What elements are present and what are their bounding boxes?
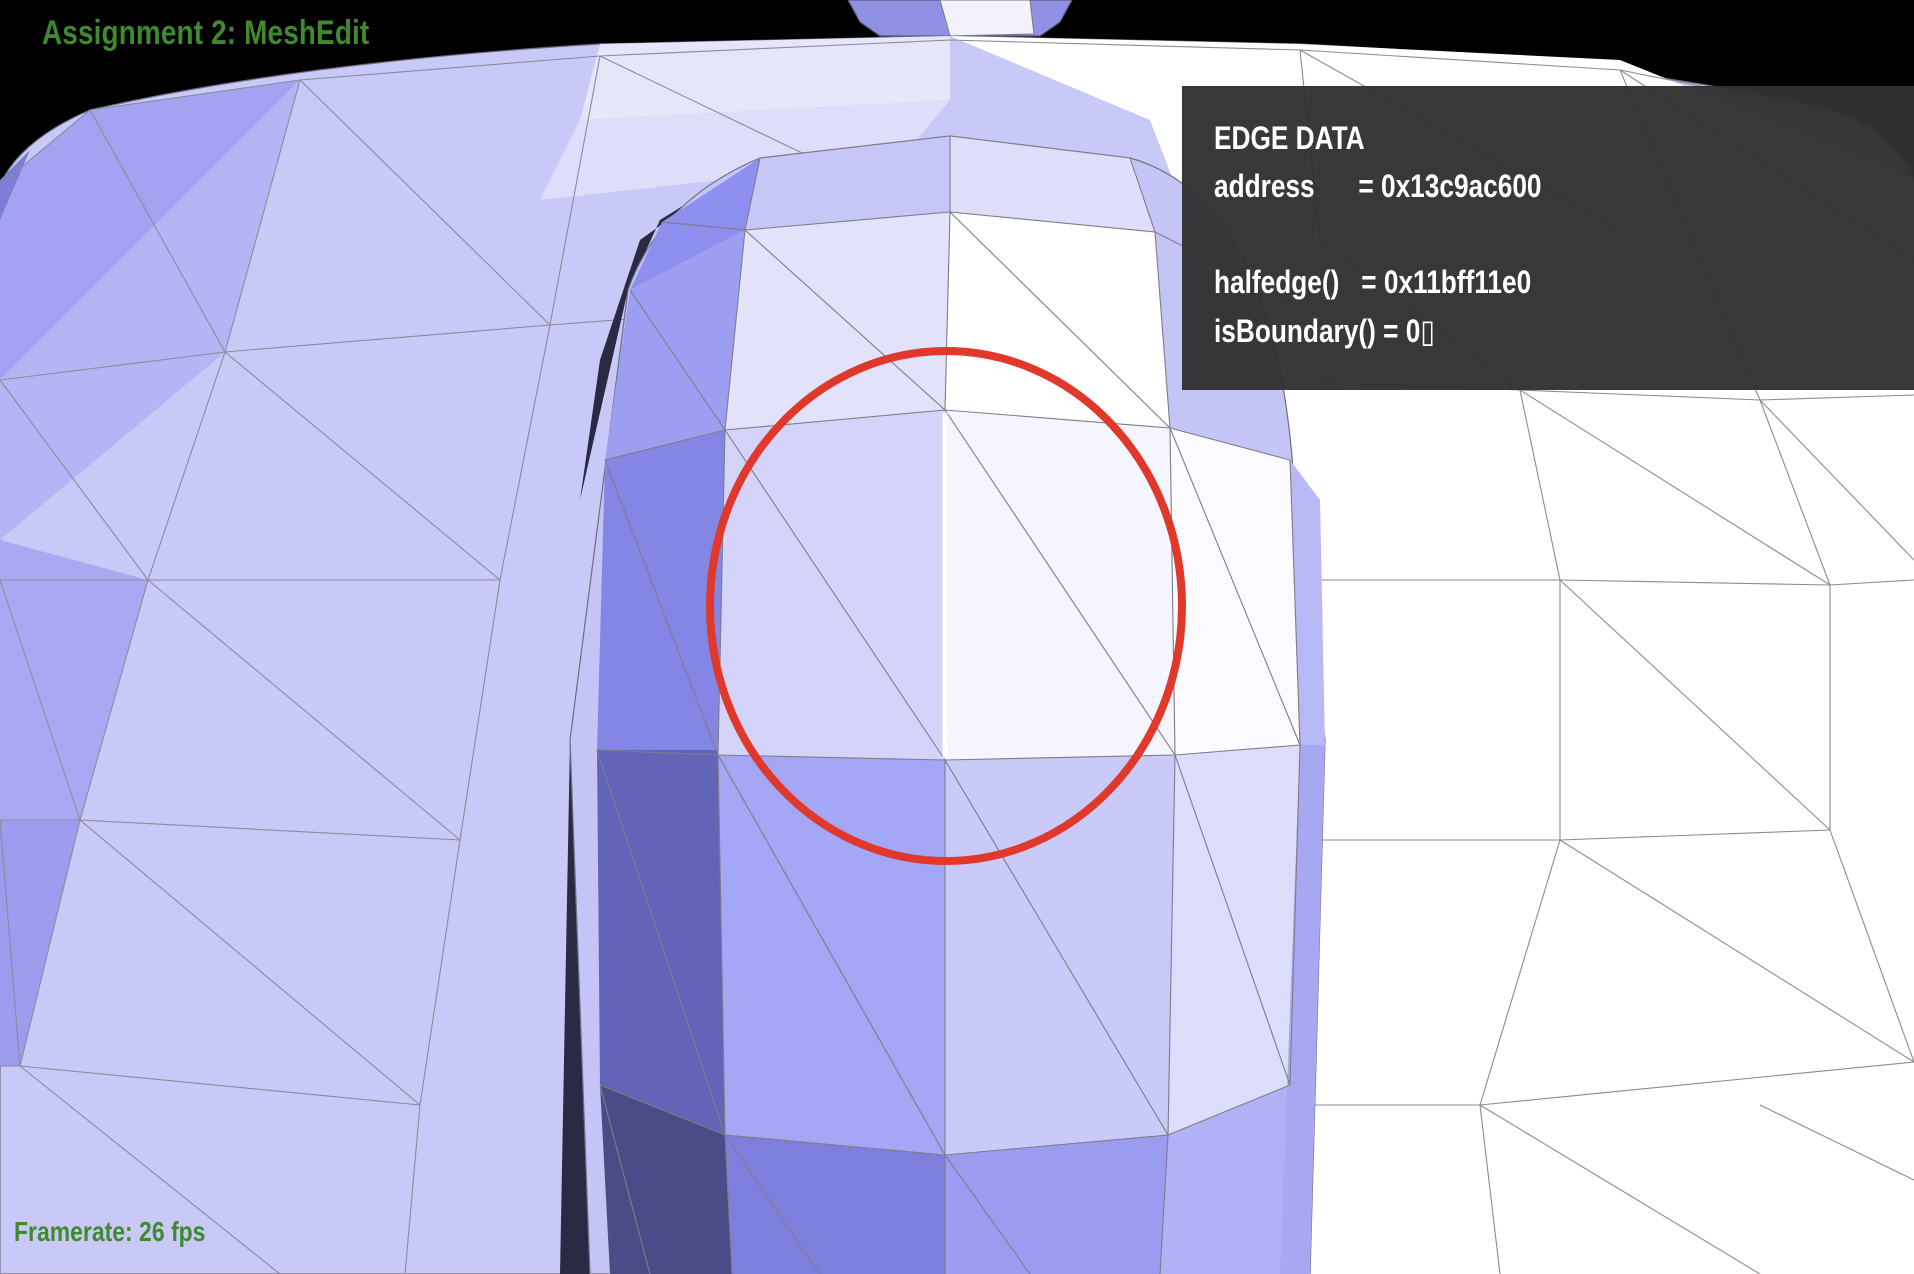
framerate-readout: Framerate: 26 fps <box>14 1216 206 1247</box>
mesh-viewport[interactable]: Assignment 2: MeshEdit EDGE DATA address… <box>0 0 1914 1274</box>
knob-highlight <box>939 0 1035 37</box>
mesh-face <box>597 430 725 750</box>
mesh-face <box>945 755 1175 1155</box>
mesh-face <box>725 212 950 430</box>
edge-boundary-line: isBoundary() = 0▯ <box>1214 313 1435 349</box>
edge-data-heading: EDGE DATA <box>1214 120 1365 156</box>
app-title: Assignment 2: MeshEdit <box>42 14 370 52</box>
mesh-face <box>945 1135 1168 1274</box>
edge-halfedge-line: halfedge() = 0x11bff11e0 <box>1214 264 1532 300</box>
edge-data-panel: EDGE DATA address = 0x13c9ac600 halfedge… <box>1182 86 1914 390</box>
mesh-face <box>1170 428 1300 755</box>
mesh-face <box>1168 745 1300 1135</box>
mesh-face <box>725 1135 945 1274</box>
edge-address-line: address = 0x13c9ac600 <box>1214 168 1542 204</box>
